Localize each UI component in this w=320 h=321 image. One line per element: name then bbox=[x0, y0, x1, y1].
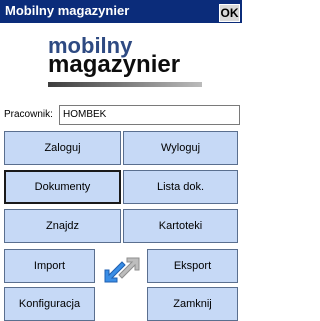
documents-button[interactable]: Dokumenty bbox=[4, 170, 121, 204]
employee-field[interactable]: HOMBEK bbox=[59, 105, 240, 125]
logo-underline bbox=[48, 82, 202, 87]
app-logo: mobilny magazynier bbox=[48, 33, 208, 91]
ok-button[interactable]: OK bbox=[219, 4, 240, 22]
find-button[interactable]: Znajdz bbox=[4, 209, 121, 243]
logo-text-bottom: magazynier bbox=[48, 51, 181, 78]
employee-label: Pracownik: bbox=[4, 109, 53, 120]
import-export-arrows-icon bbox=[99, 251, 145, 289]
close-button[interactable]: Zamknij bbox=[147, 287, 238, 321]
title-bar: Mobilny magazynier OK bbox=[0, 0, 242, 23]
export-button[interactable]: Eksport bbox=[147, 249, 238, 283]
document-list-button[interactable]: Lista dok. bbox=[123, 170, 238, 204]
configuration-button[interactable]: Konfiguracja bbox=[4, 287, 95, 321]
login-button[interactable]: Zaloguj bbox=[4, 131, 121, 165]
logout-button[interactable]: Wyloguj bbox=[123, 131, 238, 165]
window-title: Mobilny magazynier bbox=[5, 3, 130, 18]
import-button[interactable]: Import bbox=[4, 249, 95, 283]
cards-button[interactable]: Kartoteki bbox=[123, 209, 238, 243]
